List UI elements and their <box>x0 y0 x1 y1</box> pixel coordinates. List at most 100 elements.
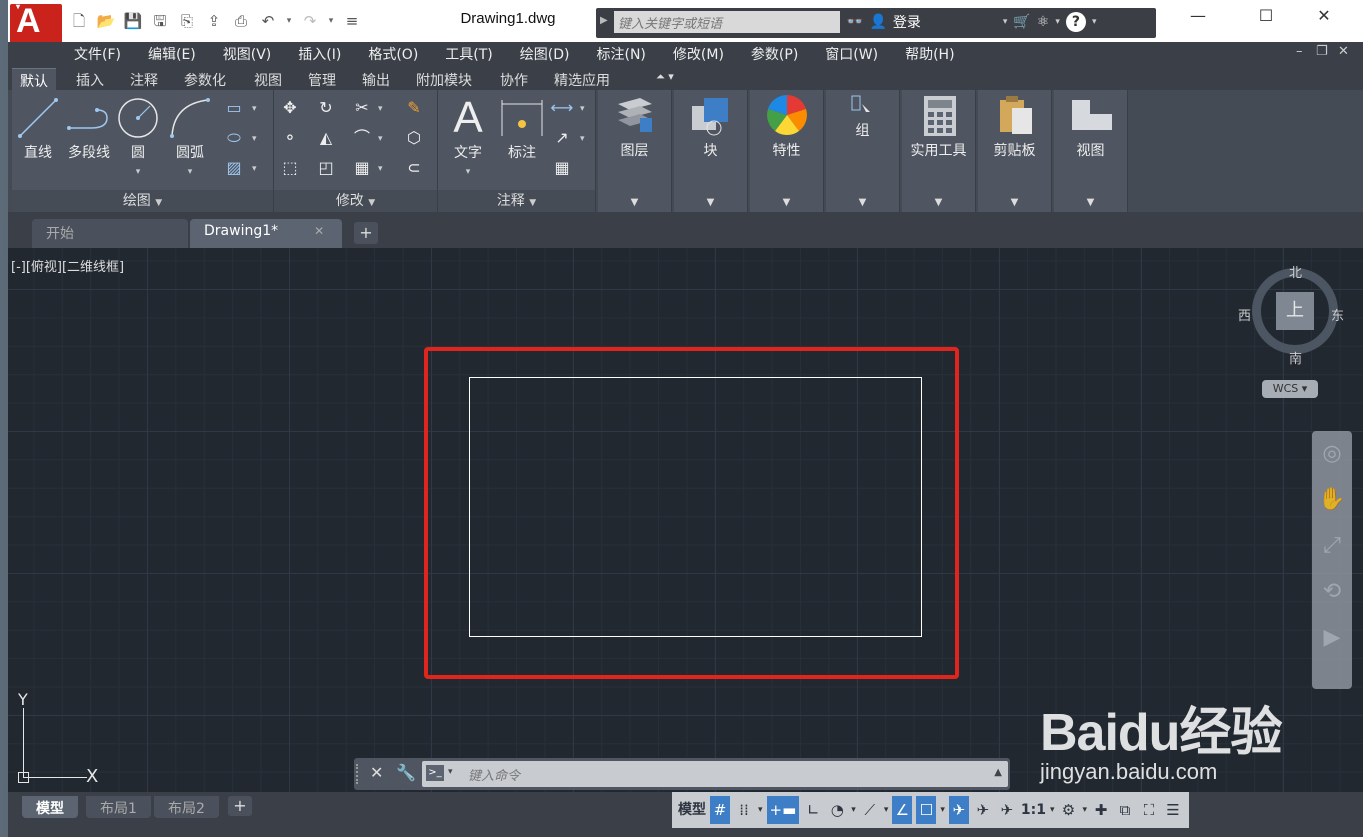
ellipse-dropdown-icon[interactable]: ▾ <box>252 134 257 144</box>
layout-tab-layout2[interactable]: 布局2 <box>154 796 219 818</box>
array-icon[interactable]: ▦ <box>350 156 374 180</box>
viewcube-top-face[interactable]: 上 <box>1276 292 1314 330</box>
app-dropdown-icon[interactable]: ▾ <box>1055 17 1060 27</box>
steering-wheel-icon[interactable]: ◎ <box>1312 431 1352 477</box>
panel-clipboard[interactable]: 剪贴板 ▼ <box>978 90 1052 212</box>
isodraft-icon[interactable]: ⟋ <box>860 796 880 824</box>
menu-draw[interactable]: 绘图(D) <box>520 44 570 64</box>
menu-insert[interactable]: 插入(I) <box>298 44 341 64</box>
polar-icon[interactable]: ◔ <box>827 796 847 824</box>
orbit-icon[interactable]: ⟲ <box>1312 569 1352 615</box>
customize-menu-icon[interactable]: ☰ <box>1163 796 1183 824</box>
print-icon[interactable]: ⎙ <box>230 10 252 32</box>
customize-toolbar-icon[interactable]: ≡ <box>341 10 363 32</box>
command-input[interactable]: >_ ▾ 键入命令 ▲ <box>422 761 1008 787</box>
rect-dropdown-icon[interactable]: ▾ <box>252 104 257 114</box>
trim-icon[interactable]: ✂ <box>350 96 374 120</box>
text-button[interactable]: A 文字 ▾ <box>446 96 490 178</box>
linear-dim-dropdown-icon[interactable]: ▾ <box>580 104 585 114</box>
move-icon[interactable]: ✥ <box>278 96 302 120</box>
menu-help[interactable]: 帮助(H) <box>905 44 954 64</box>
scale-icon[interactable]: ◰ <box>314 156 338 180</box>
panel-draw-title[interactable]: 绘图 ▼ <box>12 190 273 212</box>
circle-dropdown-icon[interactable]: ▾ <box>136 167 141 177</box>
fillet-icon[interactable]: ⌒ <box>350 126 374 150</box>
tab-addins[interactable]: 附加模块 <box>408 68 480 90</box>
arc-dropdown-icon[interactable]: ▾ <box>188 167 193 177</box>
tab-collaborate[interactable]: 协作 <box>492 68 536 90</box>
rotate-icon[interactable]: ↻ <box>314 96 338 120</box>
grid-icon[interactable]: # <box>710 796 730 824</box>
arc-button[interactable]: 圆弧 ▾ <box>168 96 212 178</box>
redo-icon[interactable]: ↷ <box>299 10 321 32</box>
save-icon[interactable]: 💾 <box>122 10 144 32</box>
doc-minimize-icon[interactable]: – <box>1296 44 1303 59</box>
showmotion-icon[interactable]: ▶ <box>1312 615 1352 661</box>
object-snap-tracking-icon[interactable]: ∠ <box>892 796 913 824</box>
wcs-menu[interactable]: WCS ▾ <box>1262 380 1318 398</box>
auto-scale-icon[interactable]: ✈ <box>973 796 993 824</box>
close-icon[interactable]: ✕ <box>370 763 383 782</box>
menu-edit[interactable]: 编辑(E) <box>148 44 196 64</box>
close-tab-icon[interactable]: ✕ <box>314 224 324 238</box>
trim-dropdown-icon[interactable]: ▾ <box>378 104 383 114</box>
menu-view[interactable]: 视图(V) <box>223 44 272 64</box>
doc-restore-icon[interactable]: ❐ <box>1316 44 1328 59</box>
tab-drawing1[interactable]: Drawing1* ✕ <box>190 219 342 248</box>
tab-annotate[interactable]: 注释 <box>122 68 166 90</box>
autodesk-app-icon[interactable]: ⚛ <box>1037 14 1050 30</box>
login-button[interactable]: 登录 <box>893 12 921 32</box>
zoom-extents-icon[interactable]: ⤢ <box>1312 523 1352 569</box>
scale-selector[interactable]: 1:1 <box>1021 796 1046 824</box>
close-icon[interactable]: ✕ <box>1304 6 1344 25</box>
annotation-scale-icon[interactable]: ✈ <box>997 796 1017 824</box>
menu-window[interactable]: 窗口(W) <box>825 44 878 64</box>
search-input[interactable]: 键入关键字或短语 <box>614 11 840 33</box>
line-button[interactable]: 直线 <box>16 96 60 162</box>
share-icon[interactable]: ⇪ <box>203 10 225 32</box>
app-menu-button[interactable]: A ▾ <box>10 2 62 44</box>
menu-modify[interactable]: 修改(M) <box>673 44 724 64</box>
compass-north[interactable]: 北 <box>1289 262 1302 281</box>
polar-dropdown-icon[interactable]: ▾ <box>851 805 856 815</box>
snap-icon[interactable]: ⁞⁞ <box>734 796 754 824</box>
mirror-icon[interactable]: ◭ <box>314 126 338 150</box>
tab-output[interactable]: 输出 <box>354 68 398 90</box>
tab-featured-apps[interactable]: 精选应用 <box>546 68 618 90</box>
stretch-icon[interactable]: ⬚ <box>278 156 302 180</box>
annotation-visibility-icon[interactable]: ✈ <box>948 796 969 824</box>
explode-icon[interactable]: ⬡ <box>402 126 426 150</box>
tab-insert[interactable]: 插入 <box>68 68 112 90</box>
menu-dimension[interactable]: 标注(N) <box>597 44 646 64</box>
fullscreen-icon[interactable]: ⛶ <box>1139 796 1159 824</box>
save-as-icon[interactable]: 🖫 <box>149 10 171 32</box>
layout-tab-layout1[interactable]: 布局1 <box>86 796 151 818</box>
linear-dim-icon[interactable]: ⟷ <box>550 96 574 120</box>
polyline-button[interactable]: 多段线 <box>64 96 114 162</box>
redo-dropdown-icon[interactable]: ▾ <box>326 10 336 32</box>
compass-south[interactable]: 南 <box>1289 348 1302 367</box>
ellipse-icon[interactable]: ⬭ <box>222 126 246 150</box>
open-folder-icon[interactable]: 📂 <box>95 10 117 32</box>
drawn-rectangle[interactable] <box>469 377 922 637</box>
leader-icon[interactable]: ↗ <box>550 126 574 150</box>
object-snap-icon[interactable]: ☐ <box>916 796 937 824</box>
viewcube[interactable]: 上 北 南 东 西 <box>1238 258 1350 368</box>
undo-dropdown-icon[interactable]: ▾ <box>284 10 294 32</box>
model-space-button[interactable]: 模型 <box>678 796 706 824</box>
command-prompt-icon[interactable]: >_ <box>426 765 444 781</box>
layout-tab-model[interactable]: 模型 <box>22 796 78 818</box>
ribbon-minimize-icon[interactable]: ⏶ ▾ <box>648 68 682 90</box>
open-web-icon[interactable]: ⎘ <box>176 10 198 32</box>
undo-icon[interactable]: ↶ <box>257 10 279 32</box>
dimension-button[interactable]: 标注 <box>500 96 544 162</box>
drawing-canvas[interactable]: [-][俯视][二维线框] 上 北 南 东 西 WCS ▾ ◎ ✋ ⤢ ⟲ ▶ … <box>8 248 1363 792</box>
dynamic-input-icon[interactable]: +▬ <box>766 796 800 824</box>
table-icon[interactable]: ▦ <box>550 156 574 180</box>
panel-modify-title[interactable]: 修改 ▼ <box>274 190 437 212</box>
menu-format[interactable]: 格式(O) <box>368 44 418 64</box>
chevron-down-icon[interactable]: ▾ <box>448 767 453 777</box>
offset-icon[interactable]: ⊂ <box>402 156 426 180</box>
doc-close-icon[interactable]: ✕ <box>1338 44 1349 59</box>
login-dropdown-icon[interactable]: ▾ <box>1003 17 1008 27</box>
